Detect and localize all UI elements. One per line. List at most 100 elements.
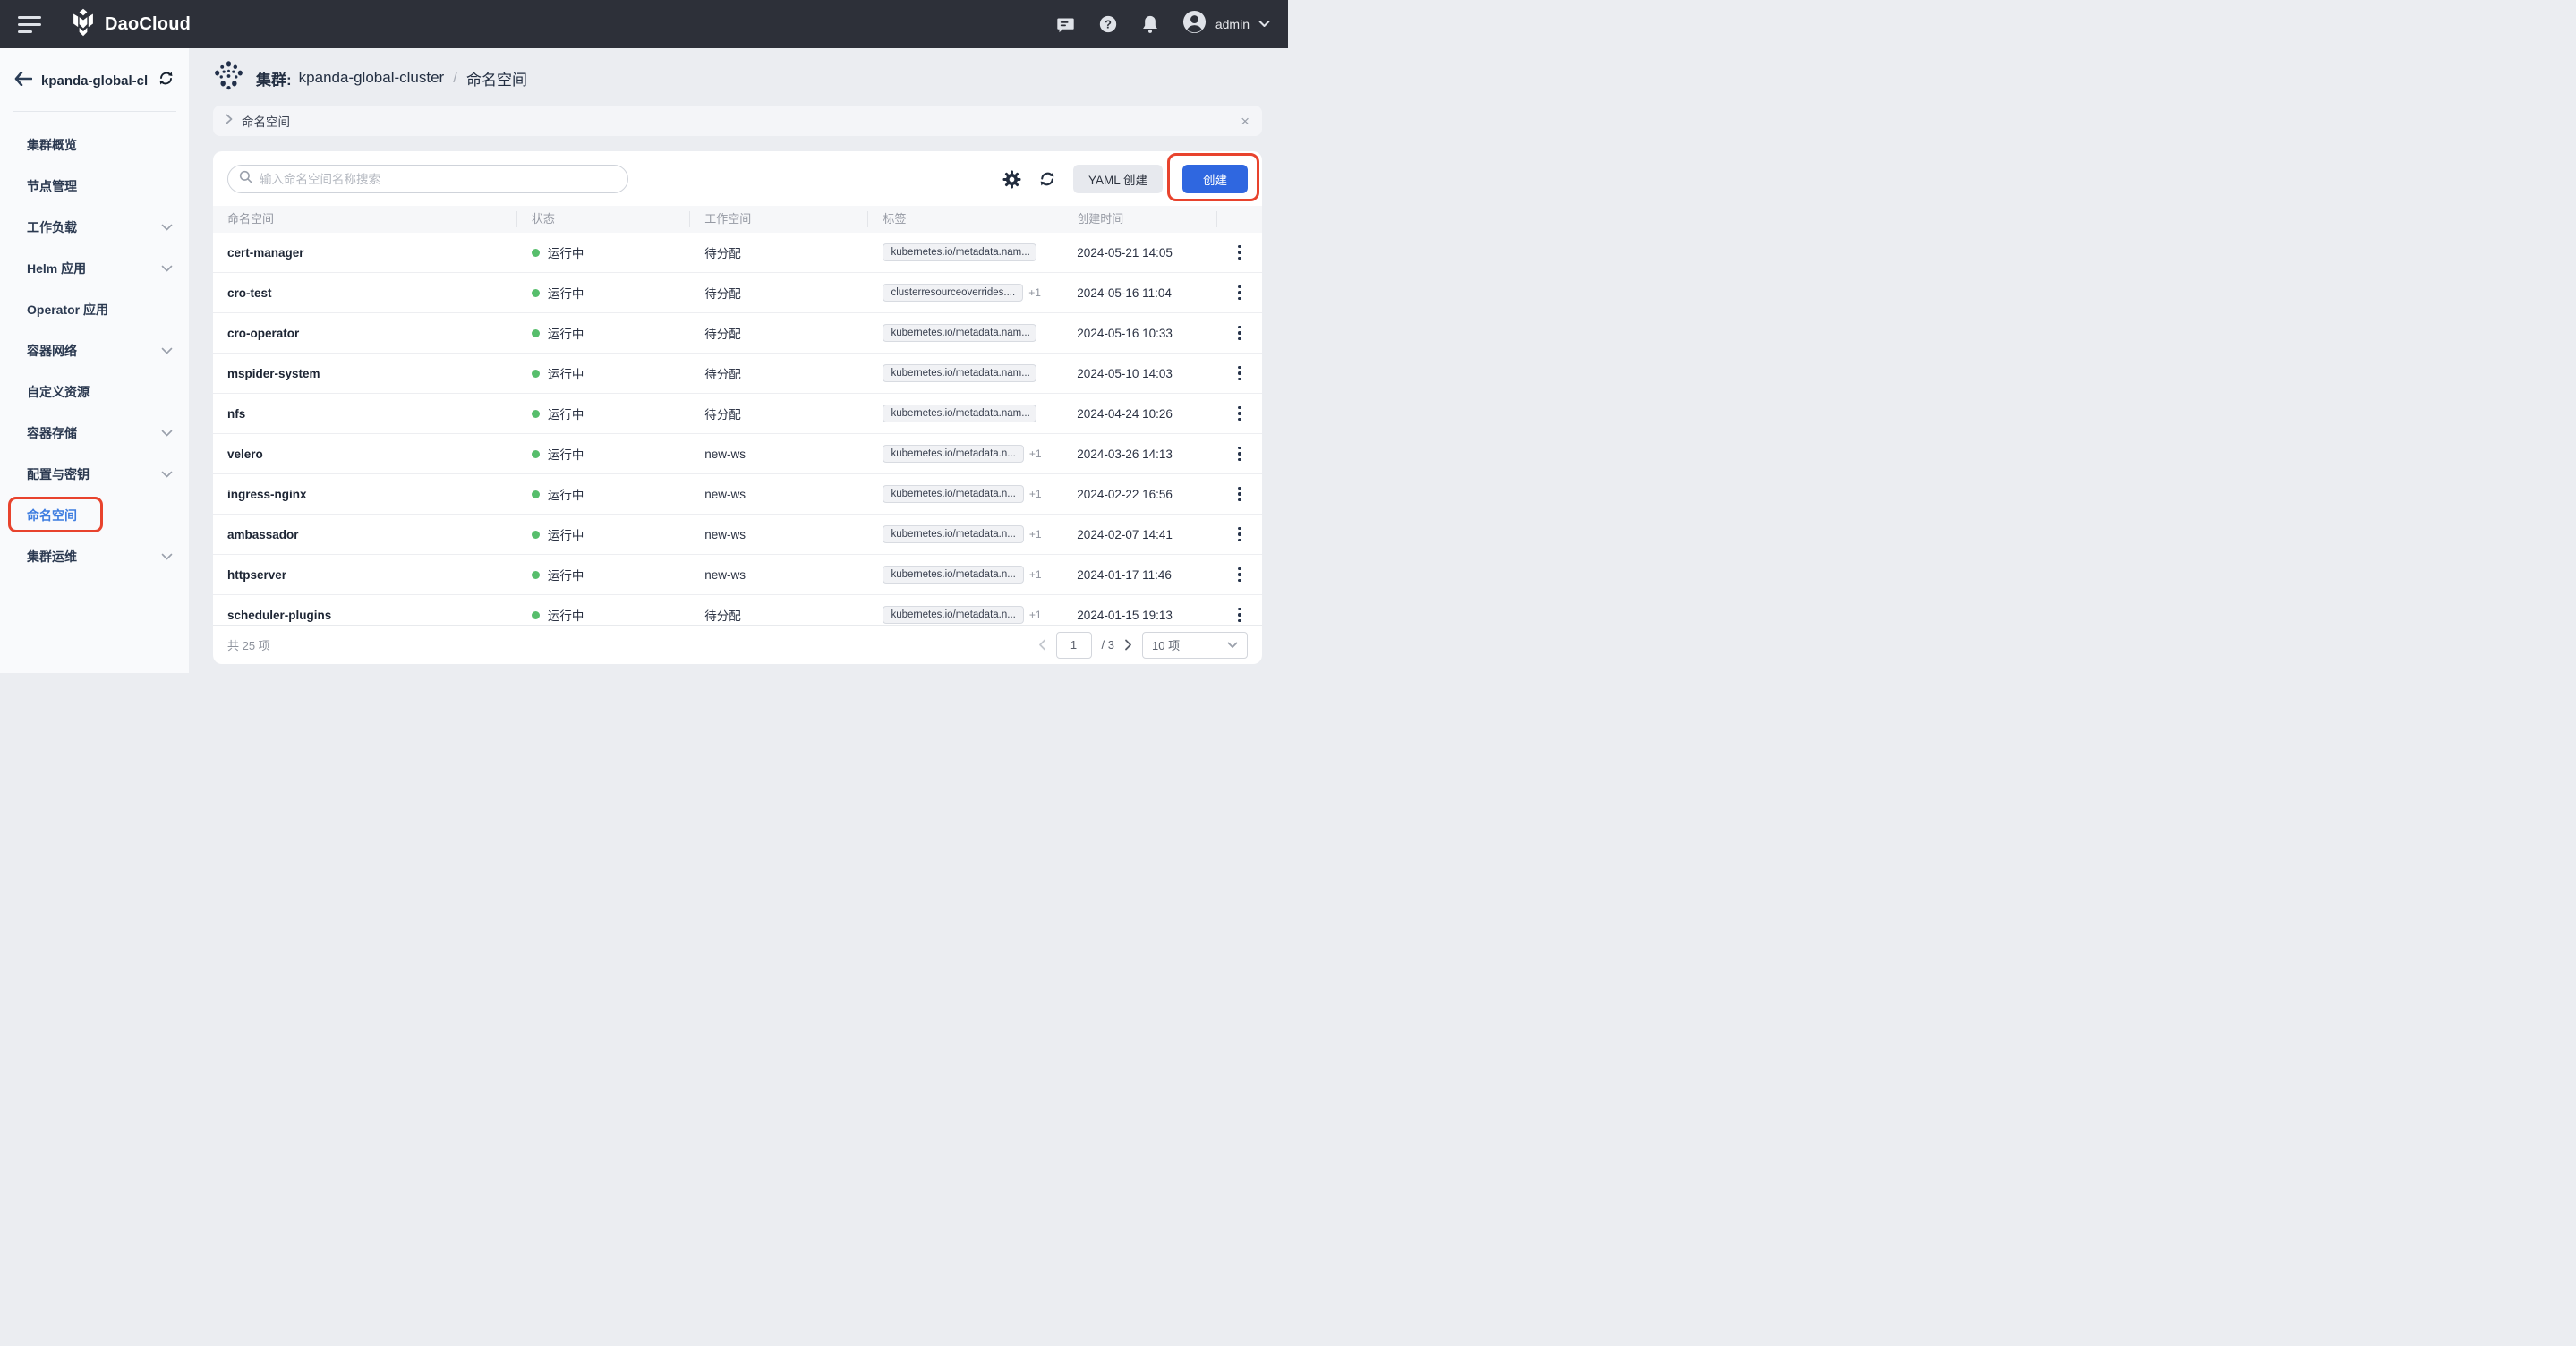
label-chip: kubernetes.io/metadata.nam...: [883, 405, 1037, 422]
namespace-name[interactable]: cert-manager: [227, 246, 304, 260]
row-actions-kebab-icon[interactable]: [1233, 483, 1247, 506]
row-actions-kebab-icon[interactable]: [1233, 282, 1247, 304]
status-text: 运行中: [547, 368, 584, 381]
status-text: 运行中: [547, 247, 584, 260]
label-extra-count: +1: [1028, 488, 1042, 500]
label-chip: kubernetes.io/metadata.n...: [883, 606, 1024, 624]
sidebar-item[interactable]: 容器网络: [0, 330, 189, 371]
row-actions-kebab-icon[interactable]: [1233, 403, 1247, 425]
label-chip: kubernetes.io/metadata.n...: [883, 485, 1024, 503]
sidebar-item-label: 集群概览: [27, 138, 77, 152]
sidebar-item-label: 自定义资源: [27, 385, 90, 399]
label-chip: kubernetes.io/metadata.n...: [883, 445, 1024, 463]
namespace-name[interactable]: scheduler-plugins: [227, 609, 331, 622]
cluster-label: 集群:: [256, 71, 292, 89]
table-body: cert-manager 运行中 待分配 kubernetes.io/metad…: [213, 233, 1262, 635]
topbar: DaoCloud ? admin: [0, 0, 1288, 48]
sidebar-item[interactable]: 工作负载: [0, 207, 189, 248]
sidebar-cluster-name: kpanda-global-cl...: [41, 72, 149, 89]
workspace-value: new-ws: [704, 487, 746, 501]
sidebar-item[interactable]: Operator 应用: [0, 289, 189, 330]
sidebar-item-label: 配置与密钥: [27, 467, 90, 481]
status-dot: [531, 328, 540, 337]
bell-icon[interactable]: [1141, 14, 1159, 34]
toolbar: YAML 创建 创建: [213, 151, 1262, 206]
namespace-name[interactable]: nfs: [227, 407, 245, 421]
workspace-value: 待分配: [704, 609, 741, 623]
namespace-name[interactable]: ingress-nginx: [227, 488, 307, 501]
column-labels: 标签: [868, 211, 1063, 227]
help-icon[interactable]: ?: [1098, 14, 1118, 34]
search-input[interactable]: [260, 172, 617, 186]
table-row: nfs 运行中 待分配 kubernetes.io/metadata.nam..…: [213, 394, 1262, 434]
next-page-icon[interactable]: [1124, 639, 1132, 651]
created-time: 2024-02-07 14:41: [1077, 527, 1173, 541]
row-actions-kebab-icon[interactable]: [1233, 564, 1247, 586]
table-row: ingress-nginx 运行中 new-ws kubernetes.io/m…: [213, 474, 1262, 515]
tab-bar: 命名空间 ×: [213, 106, 1262, 136]
table-row: velero 运行中 new-ws kubernetes.io/metadata…: [213, 434, 1262, 474]
total-count: 共 25 项: [227, 639, 270, 652]
back-icon[interactable]: [14, 71, 33, 90]
namespace-name[interactable]: cro-test: [227, 286, 272, 300]
divider: [13, 111, 176, 112]
workspace-value: new-ws: [704, 527, 746, 541]
sidebar-item[interactable]: 集群概览: [0, 124, 189, 166]
row-actions-kebab-icon[interactable]: [1233, 604, 1247, 626]
created-time: 2024-01-17 11:46: [1077, 567, 1172, 582]
status-dot: [531, 248, 540, 257]
workspace-value: 待分配: [704, 247, 741, 260]
gear-icon[interactable]: [1002, 170, 1021, 189]
sidebar-item[interactable]: 容器存储: [0, 413, 189, 454]
label-chip: kubernetes.io/metadata.nam...: [883, 364, 1037, 382]
namespace-name[interactable]: ambassador: [227, 528, 299, 541]
sidebar-item[interactable]: 配置与密钥: [0, 454, 189, 495]
row-actions-kebab-icon[interactable]: [1233, 524, 1247, 546]
yaml-create-button[interactable]: YAML 创建: [1072, 165, 1163, 193]
column-workspace: 工作空间: [690, 211, 869, 227]
refresh-icon[interactable]: [1038, 170, 1056, 188]
namespace-name[interactable]: cro-operator: [227, 327, 299, 340]
row-actions-kebab-icon[interactable]: [1233, 242, 1247, 264]
status-dot: [531, 409, 540, 418]
sidebar-item[interactable]: 集群运维: [0, 536, 189, 577]
namespace-name[interactable]: httpserver: [227, 568, 286, 582]
sidebar-item[interactable]: Helm 应用: [0, 248, 189, 289]
tab-namespace[interactable]: 命名空间: [242, 112, 290, 130]
breadcrumb-cluster-name[interactable]: kpanda-global-cluster: [299, 69, 445, 87]
namespace-name[interactable]: velero: [227, 447, 263, 461]
sidebar-item-label: 工作负载: [27, 220, 77, 234]
breadcrumb-separator: /: [453, 69, 457, 86]
sidebar-item[interactable]: 自定义资源: [0, 371, 189, 413]
sidebar-item-label: Helm 应用: [27, 261, 87, 276]
app-window: DaoCloud ? admin kpanda-global-cl... 集群概…: [0, 0, 1288, 673]
chevron-down-icon: [161, 471, 173, 479]
row-actions-kebab-icon[interactable]: [1233, 362, 1247, 385]
prev-page-icon[interactable]: [1038, 639, 1046, 651]
table-row: cro-operator 运行中 待分配 kubernetes.io/metad…: [213, 313, 1262, 354]
row-actions-kebab-icon[interactable]: [1233, 322, 1247, 345]
page-input[interactable]: 1: [1055, 631, 1092, 659]
status-text: 运行中: [547, 448, 584, 462]
sidebar: kpanda-global-cl... 集群概览 节点管理 工作负载 Helm …: [0, 48, 189, 673]
page-size-select[interactable]: 10 项: [1142, 631, 1248, 659]
daocloud-logo-icon: [70, 8, 97, 41]
menu-toggle-icon[interactable]: [18, 15, 41, 33]
create-button[interactable]: 创建: [1182, 165, 1248, 193]
sidebar-item-label: 命名空间: [27, 508, 77, 523]
status-dot: [531, 610, 540, 619]
close-icon[interactable]: ×: [1241, 114, 1250, 129]
sidebar-item[interactable]: 命名空间: [0, 495, 189, 536]
namespace-name[interactable]: mspider-system: [227, 367, 320, 380]
message-icon[interactable]: [1056, 15, 1075, 34]
status-text: 运行中: [547, 609, 584, 623]
table-header: 命名空间 状态 工作空间 标签 创建时间: [213, 206, 1262, 233]
user-menu[interactable]: admin: [1182, 10, 1270, 38]
workspace-value: 待分配: [704, 408, 741, 422]
switch-cluster-icon[interactable]: [158, 70, 175, 91]
row-actions-kebab-icon[interactable]: [1233, 443, 1247, 465]
created-time: 2024-05-21 14:05: [1077, 245, 1173, 260]
expand-chevron-icon[interactable]: [226, 113, 233, 129]
sidebar-item[interactable]: 节点管理: [0, 166, 189, 207]
cluster-dots-icon: [213, 60, 244, 96]
